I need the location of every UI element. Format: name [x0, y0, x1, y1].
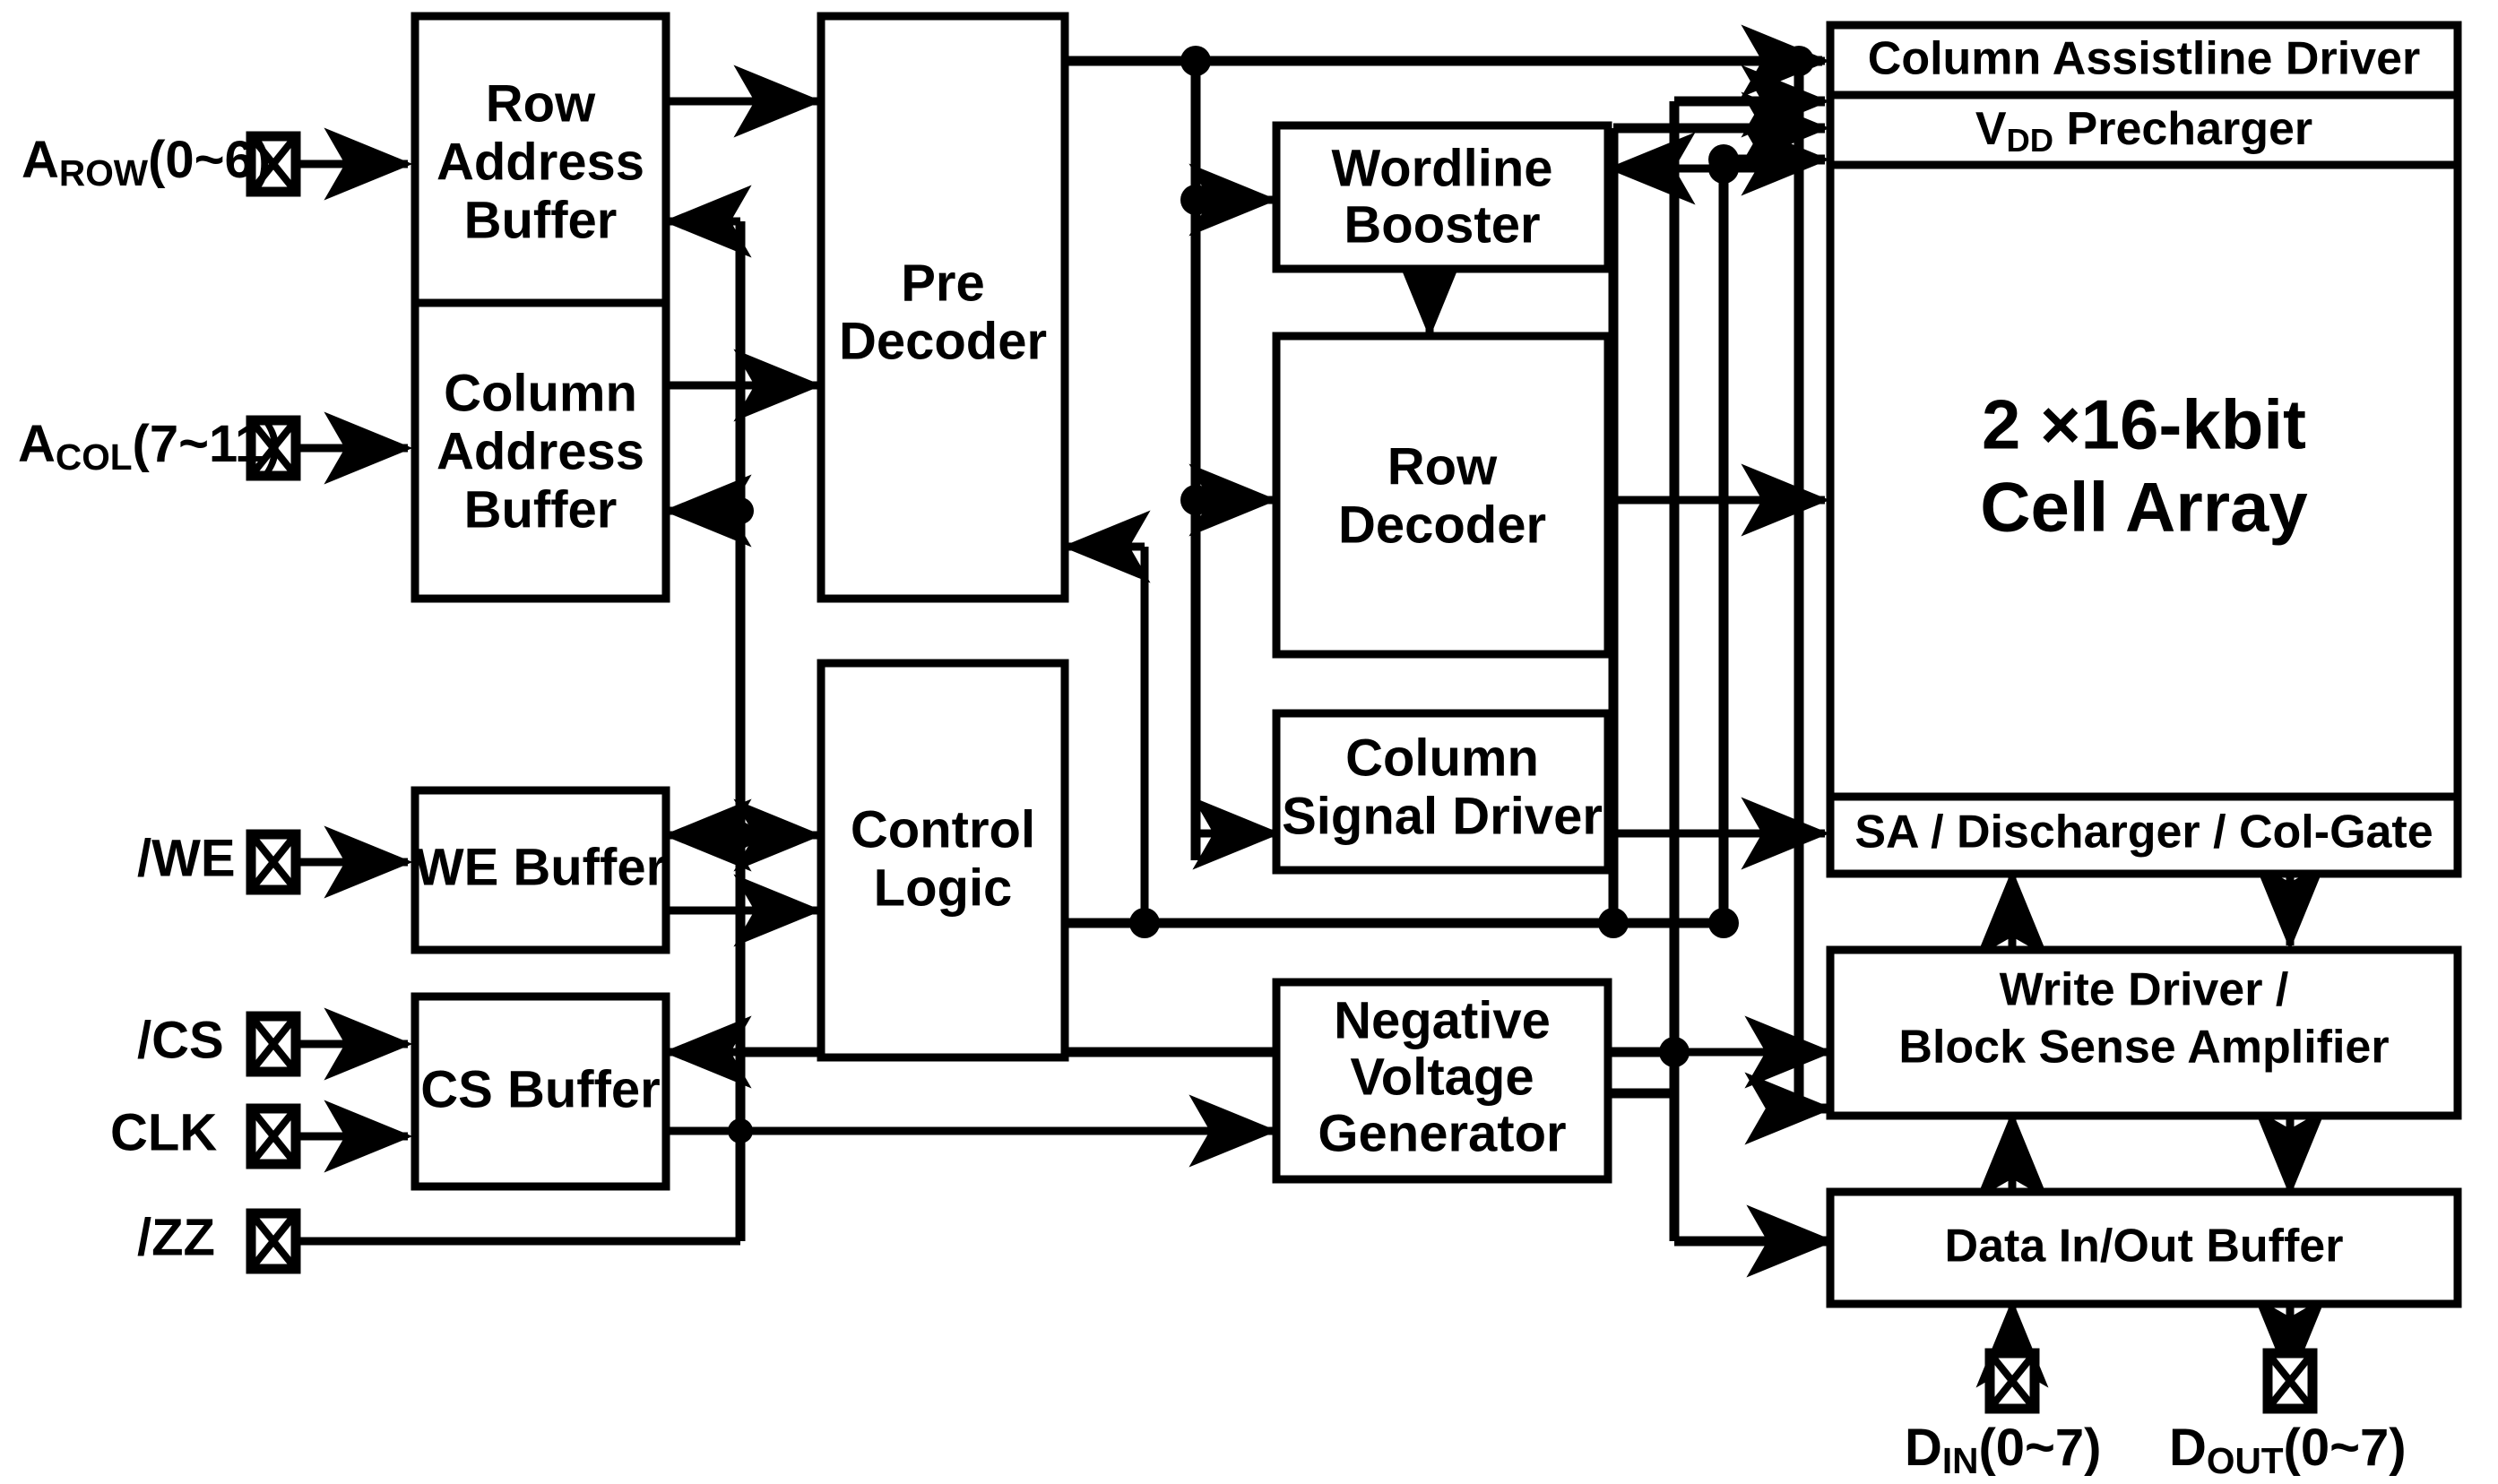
- a-col-tail: (7~11): [133, 415, 281, 473]
- block-pre-decoder[interactable]: Pre Decoder: [817, 12, 1069, 603]
- block-sa-discharger-colgate[interactable]: SA / Discharger / Col-Gate: [1826, 792, 2462, 878]
- negative-voltage-generator-line-1: Negative: [1334, 991, 1551, 1049]
- row-address-buffer-line-1: Row: [486, 74, 596, 133]
- block-we-buffer[interactable]: WE Buffer: [411, 786, 670, 954]
- dout-tail: (0~7): [2284, 1419, 2407, 1477]
- block-row-address-buffer[interactable]: Row Address Buffer: [411, 12, 670, 307]
- column-address-buffer-line-1: Column: [444, 364, 637, 422]
- a-row-sub: ROW: [59, 152, 149, 194]
- row-address-buffer-line-2: Address: [437, 133, 644, 191]
- block-row-decoder[interactable]: Row Decoder: [1272, 332, 1612, 659]
- dout-base: D: [2169, 1419, 2207, 1477]
- block-cs-buffer[interactable]: CS Buffer: [411, 992, 670, 1191]
- signal-label-cs: /CS: [137, 1011, 224, 1069]
- vdd-precharger-sub: DD: [2007, 122, 2054, 159]
- pad-icon-din[interactable]: [1984, 1348, 2040, 1414]
- vdd-precharger-tail: Precharger: [2053, 103, 2312, 155]
- cs-buffer-label: CS Buffer: [420, 1060, 660, 1118]
- control-logic-line-2: Logic: [874, 858, 1013, 917]
- block-data-io-buffer[interactable]: Data In/Out Buffer: [1826, 1187, 2462, 1308]
- column-signal-driver-line-2: Signal Driver: [1282, 787, 1603, 845]
- vdd-precharger-base: V: [1975, 103, 2007, 155]
- pad-icon-cs[interactable]: [246, 1011, 301, 1077]
- pre-decoder-line-2: Decoder: [839, 312, 1047, 370]
- a-col-sub: COL: [56, 436, 133, 478]
- wordline-booster-line-1: Wordline: [1331, 139, 1552, 197]
- a-row-base: A: [22, 131, 59, 189]
- column-address-buffer-line-2: Address: [437, 422, 644, 480]
- pad-icon-zz[interactable]: [246, 1208, 301, 1274]
- signal-label-zz: /ZZ: [137, 1208, 215, 1266]
- block-wordline-booster[interactable]: Wordline Booster: [1272, 121, 1612, 273]
- signal-label-a-col: ACOL(7~11): [18, 415, 281, 477]
- column-signal-driver-line-1: Column: [1345, 729, 1539, 787]
- block-vdd-precharger[interactable]: VDD Precharger: [1826, 91, 2462, 169]
- control-logic-line-1: Control: [851, 800, 1035, 858]
- wordline-booster-line-2: Booster: [1344, 195, 1540, 254]
- cell-array-line-2: Cell Array: [1980, 468, 2308, 547]
- din-base: D: [1905, 1419, 1942, 1477]
- negative-voltage-generator-line-3: Generator: [1318, 1104, 1566, 1162]
- we-buffer-label: WE Buffer: [415, 838, 666, 896]
- pad-icon-we[interactable]: [246, 829, 301, 895]
- block-column-address-buffer[interactable]: Column Address Buffer: [411, 298, 670, 603]
- a-row-tail: (0~6): [148, 131, 271, 189]
- pad-icon-dout[interactable]: [2262, 1348, 2318, 1414]
- column-address-buffer-line-3: Buffer: [464, 480, 618, 539]
- block-column-signal-driver[interactable]: Column Signal Driver: [1272, 709, 1612, 875]
- column-assistline-driver-label: Column Assistline Driver: [1868, 33, 2420, 85]
- block-write-driver-bsa[interactable]: Write Driver / Block Sense Amplifier: [1826, 945, 2462, 1120]
- signal-label-din: DIN(0~7): [1905, 1419, 2102, 1480]
- data-io-buffer-label: Data In/Out Buffer: [1945, 1221, 2344, 1273]
- signal-label-we: /WE: [137, 829, 236, 887]
- row-address-buffer-line-3: Buffer: [464, 191, 618, 249]
- din-sub: IN: [1942, 1440, 1979, 1481]
- write-driver-bsa-line-1: Write Driver /: [2000, 964, 2289, 1016]
- din-tail: (0~7): [1978, 1419, 2101, 1477]
- signal-label-dout: DOUT(0~7): [2169, 1419, 2407, 1480]
- write-driver-bsa-line-2: Block Sense Amplifier: [1898, 1022, 2389, 1074]
- signal-label-a-row: AROW(0~6): [22, 131, 271, 193]
- signal-label-clk: CLK: [110, 1103, 217, 1161]
- block-control-logic[interactable]: Control Logic: [817, 659, 1069, 1062]
- a-col-base: A: [18, 415, 56, 473]
- block-column-assistline-driver[interactable]: Column Assistline Driver: [1826, 21, 2462, 99]
- cell-array-line-1: 2 ×16-kbit: [1982, 385, 2306, 464]
- row-decoder-line-1: Row: [1387, 437, 1498, 496]
- block-cell-array[interactable]: 2 ×16-kbit Cell Array: [1826, 160, 2462, 801]
- negative-voltage-generator-line-2: Voltage: [1350, 1048, 1534, 1106]
- block-negative-voltage-generator[interactable]: Negative Voltage Generator: [1272, 978, 1612, 1184]
- block-diagram-canvas: Row Address Buffer Column Address Buffer…: [0, 0, 2498, 1484]
- pad-icon-clk[interactable]: [246, 1103, 301, 1169]
- pre-decoder-line-1: Pre: [901, 254, 985, 312]
- row-decoder-line-2: Decoder: [1338, 496, 1546, 554]
- dout-sub: OUT: [2207, 1440, 2284, 1481]
- sa-discharger-colgate-label: SA / Discharger / Col-Gate: [1854, 807, 2433, 858]
- diagram-svg: Row Address Buffer Column Address Buffer…: [18, 12, 2462, 1481]
